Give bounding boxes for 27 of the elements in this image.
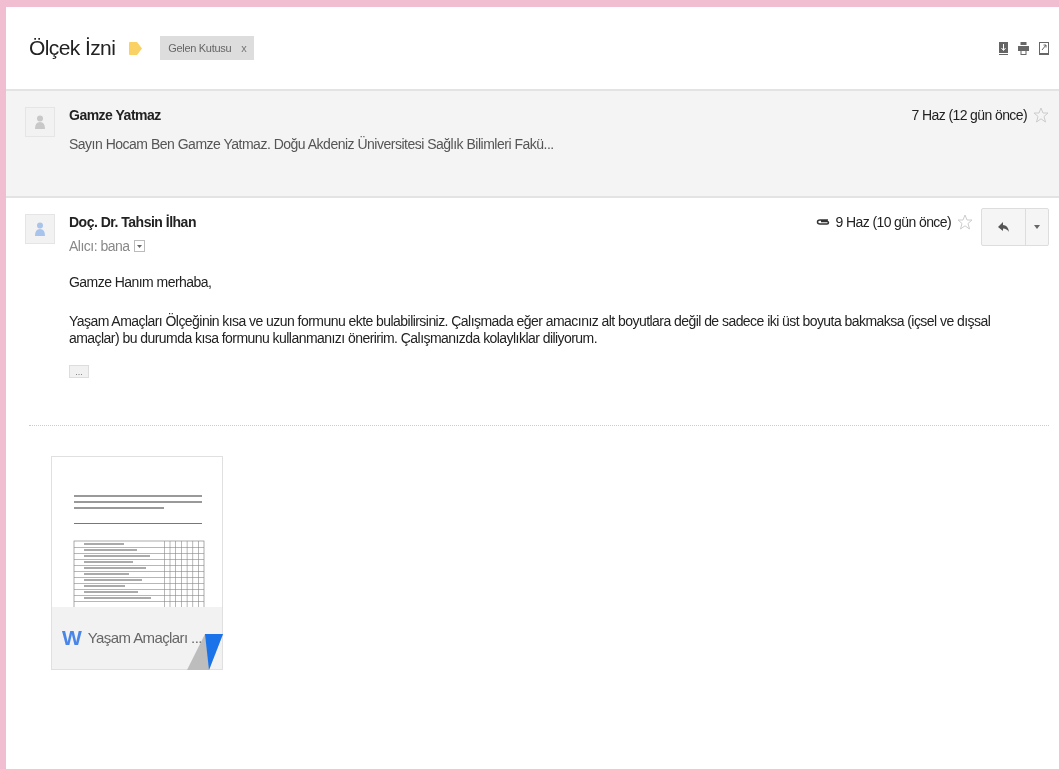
reply-icon — [997, 221, 1010, 233]
remove-label-button[interactable]: x — [241, 42, 247, 54]
star-icon[interactable] — [1033, 107, 1049, 123]
message-body: Yaşam Amaçları Ölçeğinin kısa ve uzun formunu ekte bulabilirsiniz. Çalışmada eğer amacınız alt boyutlara değil de sadece iki üst boyuta bakmaksa (içsel ve dışsal amaçlar) bu durumda kısa formunu kullanmanızı öneririm. Çalışmanızda kolaylıklar diliyorum. — [69, 313, 992, 347]
message-date: 7 Haz (12 gün önce) — [911, 107, 1027, 123]
greeting-text: Gamze Hanım merhaba, — [69, 274, 213, 291]
label-chip[interactable]: Gelen Kutusu x — [160, 36, 255, 60]
show-trimmed-button[interactable]: ... — [69, 365, 89, 378]
star-icon[interactable] — [957, 214, 973, 230]
sender-name: Gamze Yatmaz — [69, 107, 161, 123]
print-icon[interactable] — [1018, 41, 1029, 55]
caret-icon — [136, 244, 142, 248]
word-file-icon: W — [62, 625, 80, 650]
thread-subject: Ölçek İzni — [29, 36, 116, 60]
person-icon — [35, 222, 45, 236]
message-snippet: Sayın Hocam Ben Gamze Yatmaz. Doğu Akdeniz Üniversitesi Sağlık Bilimleri Fakü... — [69, 136, 555, 152]
person-icon — [35, 115, 45, 129]
message-date: 9 Haz (10 gün önce) — [835, 214, 951, 230]
attachment-name: Yaşam Amaçları ... — [87, 629, 202, 646]
page-corner-icon — [187, 633, 223, 670]
caret-icon — [1034, 225, 1040, 229]
details-dropdown[interactable] — [133, 240, 145, 252]
download-icon[interactable] — [999, 41, 1008, 55]
sender-name: Doç. Dr. Tahsin İlhan — [69, 214, 196, 230]
new-window-icon[interactable] — [1039, 41, 1049, 55]
recipient-text: Alıcı: bana — [69, 238, 130, 254]
attachment-card[interactable]: W Yaşam Amaçları ... — [51, 455, 223, 670]
